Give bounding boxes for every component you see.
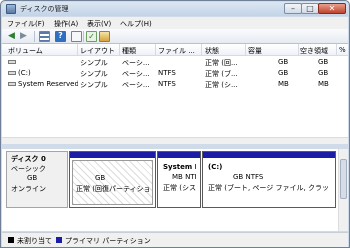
volume-capacity-unit: MB <box>278 80 289 88</box>
volume-type: ベーシ... <box>122 59 150 67</box>
properties-icon[interactable] <box>71 31 82 42</box>
column-header: ボリューム レイアウト 種類 ファイル ... 状態 容量 空き領域 % <box>2 44 348 56</box>
primary-partition-swatch <box>56 237 62 243</box>
scrollbar-thumb[interactable] <box>340 159 347 199</box>
volume-filesystem: NTFS <box>158 80 176 88</box>
volume-type: ベーシ... <box>122 81 150 89</box>
legend-primary-partition: プライマリ パーティション <box>65 237 151 245</box>
column-status[interactable]: 状態 <box>205 46 245 56</box>
partition-status: 正常 (回復パーティション <box>76 185 150 193</box>
column-capacity[interactable]: 容量 <box>248 46 298 56</box>
partition-body: System Re MB NTI 正常 (システ <box>160 160 198 205</box>
volume-free-unit: MB <box>318 80 329 88</box>
disk-name: ディスク 0 <box>11 155 46 163</box>
volume-icon <box>8 60 16 64</box>
partition-system-reserved[interactable]: System Re MB NTI 正常 (システ <box>157 151 201 208</box>
column-filesystem[interactable]: ファイル ... <box>158 46 202 56</box>
volume-name <box>8 58 76 66</box>
volume-capacity-unit: GB <box>278 58 289 66</box>
column-type[interactable]: 種類 <box>122 46 156 56</box>
menu-view[interactable]: 表示(V) <box>87 19 111 29</box>
volume-layout: シンプル <box>80 59 108 67</box>
disk-size-unit: GB <box>27 174 38 182</box>
vertical-scrollbar[interactable] <box>338 149 348 231</box>
volume-icon <box>8 82 16 86</box>
disk-state: オンライン <box>11 185 46 193</box>
disk-0-label[interactable]: ディスク 0 ベーシック GB オンライン <box>6 151 68 208</box>
disk-type: ベーシック <box>11 165 46 173</box>
menu-help[interactable]: ヘルプ(H) <box>120 19 152 29</box>
partition-body: GB 正常 (回復パーティション <box>72 160 153 205</box>
partition-status: 正常 (ブート, ページ ファイル, クラッ <box>208 184 329 192</box>
volume-status: 正常 (ブ... <box>205 70 238 78</box>
unallocated-swatch <box>8 237 14 243</box>
partition-size: GB NTFS <box>233 173 264 181</box>
volume-icon <box>8 71 16 75</box>
volume-type: ベーシ... <box>122 70 150 78</box>
legend-unallocated: 未割り当て <box>17 237 52 245</box>
volume-capacity-unit: GB <box>278 69 289 77</box>
partition-title: (C:) <box>208 163 223 171</box>
check-icon[interactable]: ✓ <box>86 31 97 42</box>
volume-row[interactable]: System Reserved シンプル ベーシ... NTFS 正常 (シ..… <box>2 79 348 89</box>
partition-recovery[interactable]: GB 正常 (回復パーティション <box>69 151 156 208</box>
partition-color-bar <box>70 152 155 158</box>
volume-free-unit: GB <box>318 58 329 66</box>
disk-icon[interactable] <box>99 31 110 42</box>
column-volume[interactable]: ボリューム <box>8 46 78 56</box>
volume-status: 正常 (回... <box>205 59 238 67</box>
partition-c-drive[interactable]: (C:) GB NTFS 正常 (ブート, ページ ファイル, クラッ <box>202 151 336 208</box>
list-view-icon[interactable] <box>39 31 50 42</box>
disk-management-icon <box>6 4 16 14</box>
title-bar: ディスクの管理 – □ ✕ <box>2 2 348 16</box>
partition-status: 正常 (システ <box>163 184 196 192</box>
horizontal-scrollbar[interactable] <box>2 137 348 144</box>
column-layout[interactable]: レイアウト <box>80 46 120 56</box>
volume-name: System Reserved <box>8 80 78 88</box>
volume-row[interactable]: シンプル ベーシ... 正常 (回... GB GB <box>2 57 348 67</box>
window-title: ディスクの管理 <box>20 5 69 13</box>
toolbar: ◀ ▶ ? ✓ <box>2 29 348 44</box>
disk-management-window: ディスクの管理 – □ ✕ ファイル(F) 操作(A) 表示(V) ヘルプ(H)… <box>0 0 350 248</box>
menu-file[interactable]: ファイル(F) <box>7 19 45 29</box>
minimize-button[interactable]: – <box>284 3 302 14</box>
column-percent[interactable]: % <box>339 46 348 54</box>
menu-action[interactable]: 操作(A) <box>54 19 78 29</box>
disk-layout-pane: ディスク 0 ベーシック GB オンライン GB 正常 (回復パーティション S… <box>2 149 348 231</box>
volume-free-unit: GB <box>318 69 329 77</box>
menu-bar: ファイル(F) 操作(A) 表示(V) ヘルプ(H) <box>2 17 348 29</box>
close-button[interactable]: ✕ <box>318 3 346 14</box>
volume-layout: シンプル <box>80 70 108 78</box>
partition-size: MB NTI <box>172 173 196 181</box>
toolbar-separator <box>83 31 84 42</box>
partition-body: (C:) GB NTFS 正常 (ブート, ページ ファイル, クラッ <box>205 160 333 205</box>
volume-layout: シンプル <box>80 81 108 89</box>
partition-color-bar <box>203 152 335 158</box>
volume-status: 正常 (シ... <box>205 81 238 89</box>
volume-name: (C:) <box>8 69 76 77</box>
back-arrow-icon[interactable]: ◀ <box>8 31 19 42</box>
help-icon[interactable]: ? <box>55 31 66 42</box>
volume-row[interactable]: (C:) シンプル ベーシ... NTFS 正常 (ブ... GB GB <box>2 68 348 78</box>
partition-size: GB <box>95 174 106 182</box>
maximize-button[interactable]: □ <box>301 3 319 14</box>
column-free-space[interactable]: 空き領域 <box>300 46 336 56</box>
toolbar-separator <box>34 31 35 42</box>
partition-title: System Re <box>163 163 196 171</box>
volume-filesystem: NTFS <box>158 69 176 77</box>
volume-list: ボリューム レイアウト 種類 ファイル ... 状態 容量 空き領域 % シンプ… <box>2 44 348 144</box>
forward-arrow-icon[interactable]: ▶ <box>20 31 31 42</box>
partition-color-bar <box>158 152 200 158</box>
legend-bar: 未割り当て プライマリ パーティション <box>2 232 348 247</box>
